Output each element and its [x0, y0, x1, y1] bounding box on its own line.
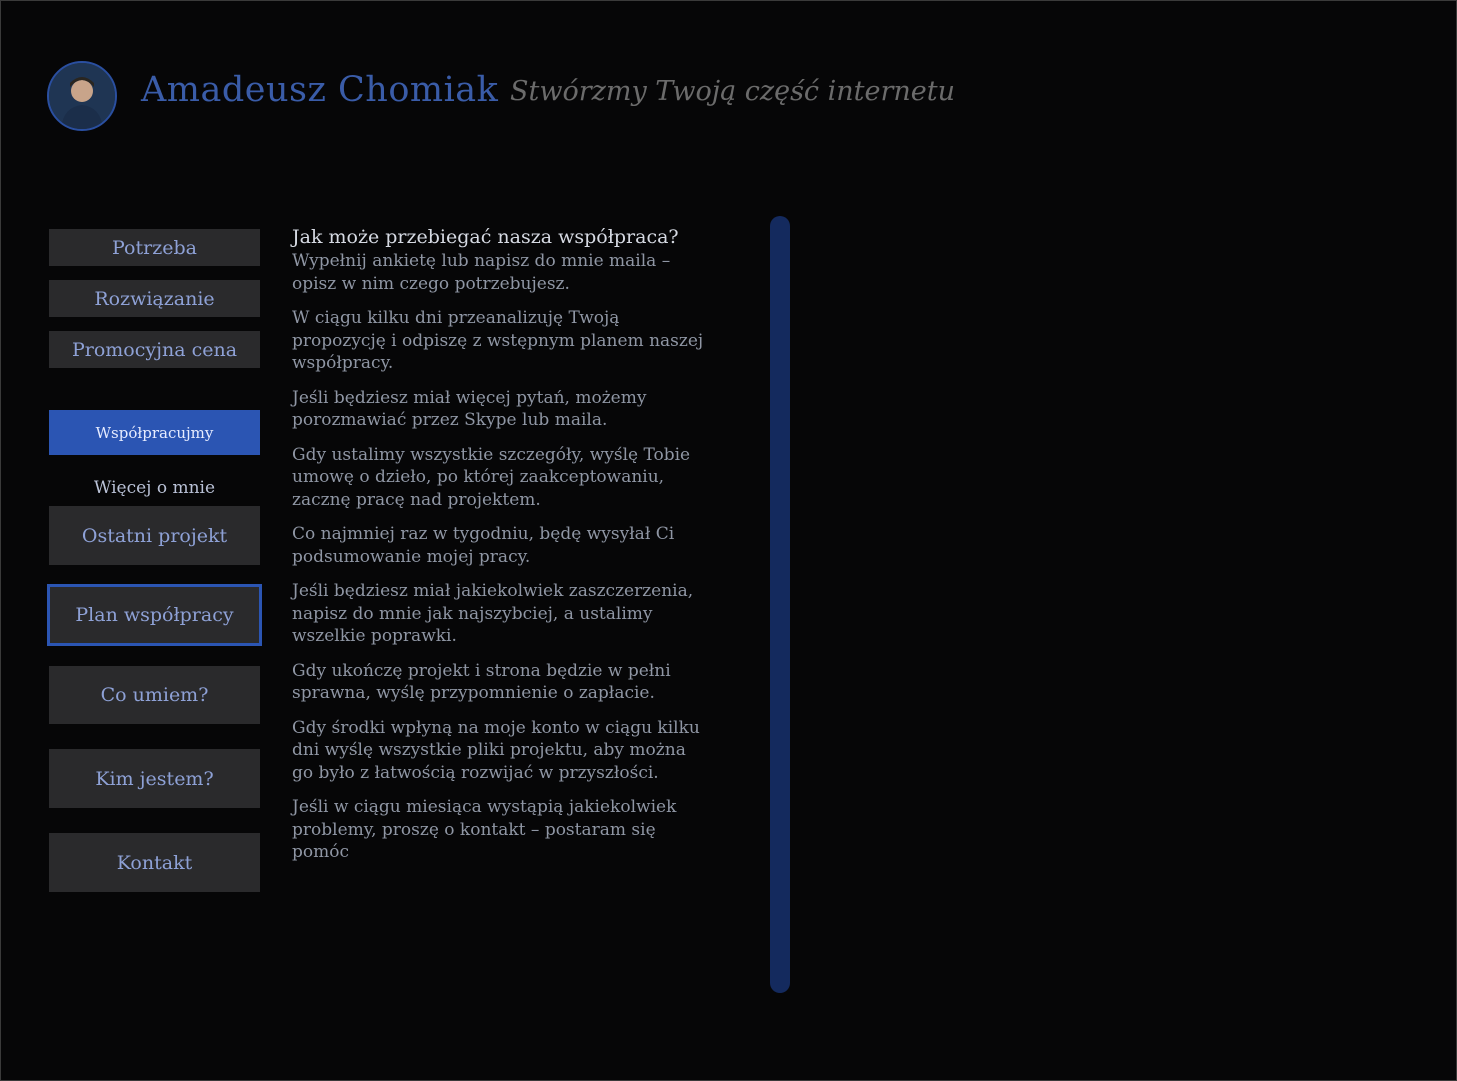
nav-item-co-umiem[interactable]: Co umiem? [49, 666, 260, 724]
paragraph: Co najmniej raz w tygodniu, będę wysyłał… [292, 524, 675, 567]
scrollbar[interactable] [770, 216, 790, 993]
paragraph: Jeśli będziesz miał więcej pytań, możemy… [292, 387, 647, 431]
nav-item-ostatni-projekt[interactable]: Ostatni projekt [49, 506, 260, 565]
nav-item-promocyjna-cena[interactable]: Promocyjna cena [49, 331, 260, 368]
paragraph: Wypełnij ankietę lub napisz do mnie mail… [292, 251, 671, 294]
nav-item-plan-wspolpracy[interactable]: Plan współpracy [47, 584, 262, 646]
nav-item-rozwiazanie[interactable]: Rozwiązanie [49, 280, 260, 317]
site-title[interactable]: Amadeusz Chomiak [141, 70, 498, 110]
nav-item-potrzeba[interactable]: Potrzeba [49, 229, 260, 266]
paragraph: Jeśli będziesz miał jakiekolwiek zaszcze… [292, 581, 694, 646]
cta-wspolpracujmy-button[interactable]: Współpracujmy [49, 410, 260, 455]
avatar [47, 61, 117, 131]
paragraph: Gdy środki wpłyną na moje konto w ciągu … [292, 717, 700, 783]
content-section: Jak może przebiegać nasza współpraca? Wy… [292, 224, 712, 876]
paragraph: Jeśli w ciągu miesiąca wystąpią jakiekol… [292, 797, 677, 862]
site-tagline: Stwórzmy Twoją część internetu [510, 76, 955, 107]
nav-section-label: Więcej o mnie [93, 478, 216, 498]
paragraph: W ciągu kilku dni przeanalizuję Twoją pr… [292, 308, 704, 373]
nav-item-kim-jestem[interactable]: Kim jestem? [49, 749, 260, 808]
nav-item-kontakt[interactable]: Kontakt [49, 833, 260, 892]
section-heading: Jak może przebiegać nasza współpraca? [292, 226, 679, 248]
paragraph: Gdy ustalimy wszystkie szczegóły, wyślę … [292, 444, 691, 510]
paragraph: Gdy ukończę projekt i strona będzie w pe… [292, 660, 671, 704]
avatar-portrait-icon [49, 63, 115, 129]
